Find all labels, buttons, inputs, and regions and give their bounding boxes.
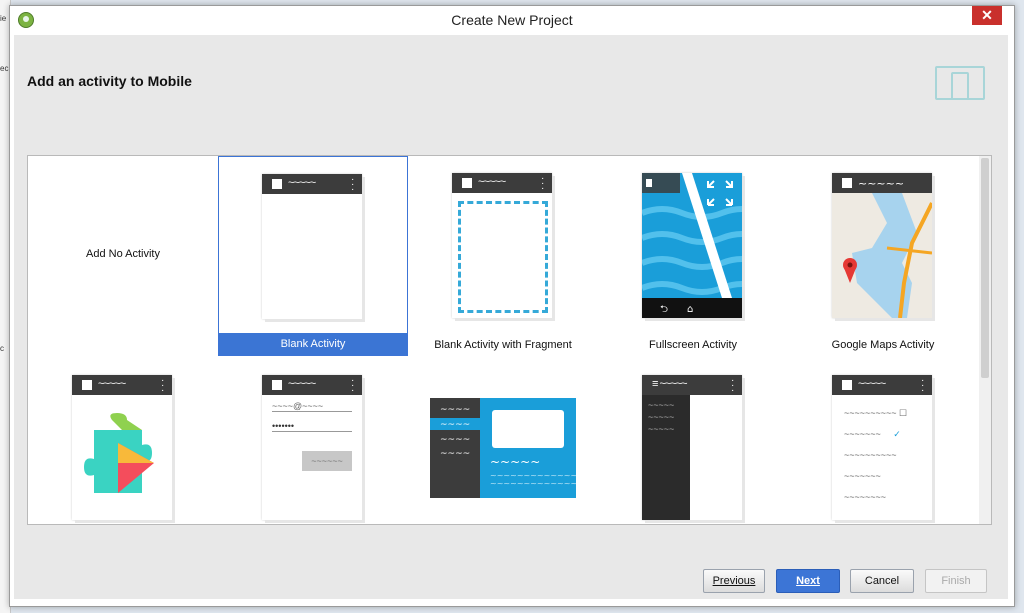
create-project-dialog: Create New Project ✕ Add an activity to … (9, 5, 1015, 607)
scroll-thumb[interactable] (981, 158, 989, 378)
blank-activity-preview: ~~~~~ · · · (262, 174, 362, 319)
svg-text:⮌: ⮌ (660, 304, 668, 315)
settings-list: ~~~~~~~~~~ ☐ ~~~~~~~ ✓ ~~~~~~~~~~ ~~~~~~~ ~~… (844, 408, 908, 502)
mobile-device-icon (935, 66, 985, 100)
signin-button-preview: ~~~~~~ (302, 451, 352, 471)
play-puzzle-icon (84, 413, 154, 493)
tile-fullscreen[interactable]: ⮌ ⌂ Fullscreen Activity (598, 156, 788, 356)
svg-text:~~~~: ~~~~ (440, 449, 470, 459)
fullscreen-preview: ⮌ ⌂ (642, 173, 742, 318)
previous-label: Previous (712, 575, 756, 587)
tile-add-no-activity[interactable]: Add No Activity (28, 156, 218, 356)
svg-text:~~~~: ~~~~ (440, 435, 470, 445)
fullscreen-art: ⮌ ⌂ (642, 173, 742, 318)
page-heading: Add an activity to Mobile (27, 73, 192, 89)
activity-gallery: Add No Activity ~~~~~ · · · Blank Activity … (27, 155, 992, 525)
tile-blank-fragment[interactable]: ~~~~~ · · · Blank Activity with Fragment (408, 156, 598, 356)
tile-label: Fullscreen Activity (648, 339, 738, 351)
window-title: Create New Project (451, 12, 573, 28)
dialog-header: Add an activity to Mobile (14, 35, 1008, 127)
gallery-scrollbar[interactable] (979, 156, 991, 524)
tile-label: Add No Activity (86, 248, 160, 260)
finish-label: Finish (941, 575, 971, 587)
cancel-button[interactable]: Cancel (850, 569, 914, 593)
next-label: Next (796, 575, 820, 587)
tile-label: Blank Activity (219, 333, 407, 355)
master-detail-art: ~~~~ ~~~~ ~~~~ ~~~~ ~~~~~ ~~~~~~~~~~~~~~… (430, 398, 576, 498)
svg-text:~~~~~: ~~~~~ (858, 177, 904, 190)
tile-label: Blank Activity with Fragment (434, 339, 572, 351)
tile-blank-activity[interactable]: ~~~~~ · · · Blank Activity (218, 156, 408, 356)
tile-google-maps[interactable]: ~~~~~ Google Maps Activity (788, 156, 978, 356)
tile-play-services[interactable]: ~~~~~ · · · (28, 358, 218, 524)
svg-text:~~~~: ~~~~ (440, 420, 470, 430)
svg-text:⌂: ⌂ (687, 304, 693, 315)
action-bar: ≡ ~~~~~ · · · (642, 375, 742, 396)
action-bar: ~~~~~ · · · (262, 174, 362, 195)
cancel-label: Cancel (864, 575, 900, 587)
finish-button[interactable]: Finish (925, 569, 987, 593)
next-button[interactable]: Next (776, 569, 840, 593)
fragment-preview: ~~~~~ · · · (452, 173, 552, 318)
tile-settings[interactable]: ~~~~~ · · · ~~~~~~~~~~ ☐ ~~~~~~~ ✓ ~~~~~~~~~~… (788, 358, 978, 524)
settings-preview: ~~~~~ · · · ~~~~~~~~~~ ☐ ~~~~~~~ ✓ ~~~~~~~~~~… (832, 375, 932, 520)
close-button[interactable]: ✕ (972, 6, 1002, 25)
play-services-preview: ~~~~~ · · · (72, 375, 172, 520)
map-art: ~~~~~ (832, 173, 932, 318)
email-field-preview: ~~~~@~~~~ (272, 401, 352, 412)
maps-preview: ~~~~~ (832, 173, 932, 318)
dialog-footer: Previous Next Cancel Finish (14, 555, 1008, 599)
tile-login[interactable]: ~~~~~ · · · ~~~~@~~~~ ••••••• ~~~~~~ (218, 358, 408, 524)
tile-label: Google Maps Activity (831, 339, 935, 351)
password-field-preview: ••••••• (272, 421, 352, 432)
action-bar: ~~~~~ · · · (452, 173, 552, 194)
svg-text:~~~~: ~~~~ (440, 405, 470, 415)
tile-master-detail[interactable]: ~~~~ ~~~~ ~~~~ ~~~~ ~~~~~ ~~~~~~~~~~~~~~… (408, 358, 598, 524)
action-bar: ~~~~~ · · · (262, 375, 362, 396)
dialog-content: Add an activity to Mobile Add No Activit… (14, 35, 1008, 599)
tile-navigation-drawer[interactable]: ≡ ~~~~~ · · · ~~~~~ ~~~~~ ~~~~~ (598, 358, 788, 524)
fragment-outline (458, 201, 548, 313)
svg-text:~~~~~~~~~~~~~~: ~~~~~~~~~~~~~~ (490, 479, 576, 488)
action-bar: ~~~~~ · · · (832, 375, 932, 396)
login-preview: ~~~~~ · · · ~~~~@~~~~ ••••••• ~~~~~~ (262, 375, 362, 520)
drawer-panel: ~~~~~ ~~~~~ ~~~~~ (642, 395, 690, 520)
svg-text:~~~~~: ~~~~~ (490, 455, 540, 469)
previous-button[interactable]: Previous (703, 569, 765, 593)
drawer-preview: ≡ ~~~~~ · · · ~~~~~ ~~~~~ ~~~~~ (642, 375, 742, 520)
title-bar: Create New Project ✕ (10, 6, 1014, 34)
